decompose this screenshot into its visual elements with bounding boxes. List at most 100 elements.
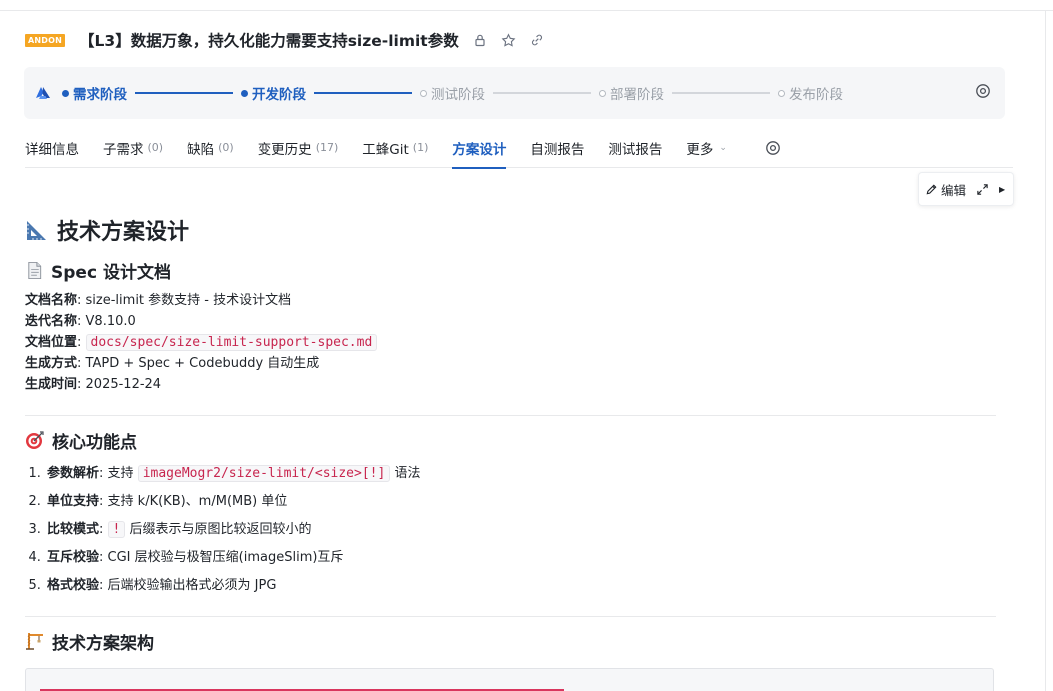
lock-icon[interactable] [473,33,487,47]
document-content: 技术方案设计 Spec 设计文档 文档名称: size-limit 参数支持 -… [25,210,996,655]
stage-testing[interactable]: 测试阶段 [420,83,485,103]
stage-dot-icon [62,89,69,97]
star-icon[interactable] [501,32,516,48]
tab-self-test-report[interactable]: 自测报告 [530,128,584,168]
chevron-down-icon: ⌄ [719,142,727,153]
stage-connector [135,92,233,94]
edit-button[interactable]: 编辑 [925,180,966,199]
stage-connector [314,92,412,94]
page-title: 【L3】数据万象，持久化能力需要支持size-limit参数 [79,32,459,50]
feature-text: 后缀表示与原图比较返回较小的 [129,522,312,537]
stage-requirement[interactable]: 需求阶段 [62,83,127,103]
tab-sub-requirements[interactable]: 子需求 (0) [103,128,163,168]
page-facing-up-icon [25,261,44,280]
tab-git[interactable]: 工蜂Git (1) [362,128,428,168]
doc-meta: 文档名称: size-limit 参数支持 - 技术设计文档 迭代名称: V8.… [25,290,995,395]
stage-dot-icon [599,89,606,97]
tab-label: 变更历史 [257,141,312,158]
feature-key: 格式校验 [47,578,100,593]
spec-heading: Spec 设计文档 [51,262,171,283]
edit-button-label: 编辑 [941,182,967,198]
meta-row-time: 生成时间: 2025-12-24 [25,377,162,392]
tab-count: (17) [315,141,339,154]
meta-value: size-limit 参数支持 - 技术设计文档 [85,293,292,308]
feature-text: 支持 [107,466,134,481]
feature-text: 支持 k/K(KB)、m/M(MB) 单位 [107,494,288,509]
link-icon[interactable] [530,33,544,47]
code-block [25,668,994,691]
tab-more[interactable]: 更多 ⌄ [686,128,727,168]
doc-heading-spec: Spec 设计文档 [25,256,995,284]
direct-hit-icon [25,430,45,450]
meta-row-name: 文档名称: size-limit 参数支持 - 技术设计文档 [25,293,292,308]
tab-label: 详细信息 [25,141,79,158]
meta-key: 文档位置 [25,335,78,350]
stage-connector [672,92,770,94]
stage-label: 部署阶段 [610,87,664,103]
expand-icon[interactable] [976,183,989,196]
stage-dot-icon [778,89,785,97]
tab-settings-icon[interactable] [765,140,781,156]
tab-test-report[interactable]: 测试报告 [608,128,662,168]
top-bar [0,0,1053,11]
stage-dot-icon [420,89,427,97]
feature-key: 单位支持 [47,494,100,509]
tab-label: 测试报告 [608,141,663,158]
divider [25,415,996,416]
tab-count: (1) [412,141,429,154]
meta-value: 2025-12-24 [85,377,162,392]
feature-key: 参数解析 [47,466,100,481]
tapd-logo-icon [34,84,52,102]
meta-key: 生成方式 [25,356,78,371]
inline-code: ! [107,521,126,538]
feature-key: 比较模式 [47,522,100,537]
tab-solution-design[interactable]: 方案设计 [452,128,507,169]
meta-row-location: 文档位置: docs/spec/size-limit-support-spec.… [25,332,995,353]
doc-heading-1: 技术方案设计 [25,212,995,248]
stage-release[interactable]: 发布阶段 [778,83,843,103]
feature-text: CGI 层校验与极智压缩(imageSlim)互斥 [107,550,344,565]
caret-right-icon[interactable]: ▶ [999,185,1005,194]
tab-label: 方案设计 [452,141,507,158]
tab-details[interactable]: 详细信息 [25,128,79,168]
tab-bar: 详细信息 子需求 (0) 缺陷 (0) 变更历史 (17) 工蜂Git (1) 方案设计… [25,128,1013,169]
pencil-icon [926,184,937,194]
stage-label: 发布阶段 [789,87,843,103]
feature-list: 参数解析: 支持 imageMogr2/size-limit/<size>[!]… [45,460,995,600]
list-item: 比较模式: ! 后缀表示与原图比较返回较小的 [45,516,995,544]
list-item: 参数解析: 支持 imageMogr2/size-limit/<size>[!]… [45,460,995,488]
edit-toolbar: 编辑 ▶ [918,172,1014,206]
feature-key: 互斥校验 [47,550,100,565]
tab-label: 缺陷 [187,141,215,158]
meta-key: 文档名称 [25,293,78,308]
right-divider [1045,11,1046,691]
page-header: ANDON 【L3】数据万象，持久化能力需要支持size-limit参数 [25,28,544,52]
meta-key: 生成时间 [25,377,78,392]
arch-heading: 技术方案架构 [52,633,154,654]
tab-label: 子需求 [103,141,144,158]
stage-connector [493,92,591,94]
doc-heading-arch: 技术方案架构 [25,627,995,655]
list-item: 格式校验: 后端校验输出格式必须为 JPG [45,572,995,600]
divider [25,616,996,617]
tab-label: 更多 [686,141,714,158]
meta-value: V8.10.0 [85,314,136,329]
tab-label: 工蜂Git [362,141,409,158]
tab-count: (0) [147,141,164,154]
stage-progress-bar: 需求阶段 开发阶段 测试阶段 部署阶段 发布阶段 [24,67,1005,119]
doc-title: 技术方案设计 [57,220,190,245]
stage-development[interactable]: 开发阶段 [241,83,306,103]
tab-change-history[interactable]: 变更历史 (17) [258,128,339,168]
meta-value: TAPD + Spec + Codebuddy 自动生成 [85,356,320,371]
inline-code: imageMogr2/size-limit/<size>[!] [137,465,391,482]
list-item: 互斥校验: CGI 层校验与极智压缩(imageSlim)互斥 [45,544,995,572]
stage-deployment[interactable]: 部署阶段 [599,83,664,103]
core-heading: 核心功能点 [52,432,137,453]
meta-row-iteration: 迭代名称: V8.10.0 [25,314,136,329]
stage-settings-icon[interactable] [975,83,991,103]
building-construction-icon [25,631,45,651]
tab-defects[interactable]: 缺陷 (0) [187,128,234,168]
stage-label: 开发阶段 [252,87,306,103]
andon-badge: ANDON [25,33,66,47]
stage-label: 测试阶段 [431,87,485,103]
